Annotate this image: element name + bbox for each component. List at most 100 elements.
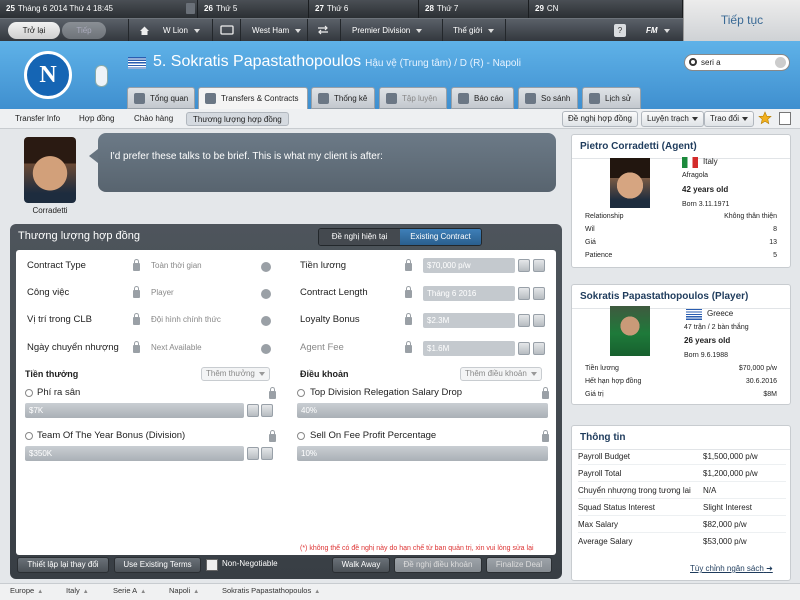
tab-training[interactable]: Tập luyện: [379, 87, 447, 109]
continue-button[interactable]: Tiếp tục: [683, 0, 800, 41]
decrease-button[interactable]: [518, 342, 530, 355]
lock-icon[interactable]: [405, 313, 412, 325]
adjust-budget-link[interactable]: Tùy chỉnh ngân sách ➜: [690, 564, 773, 573]
decrease-button[interactable]: [518, 314, 530, 327]
finance-card: Thông tin Payroll Budget $1,500,000 p/w P…: [571, 425, 791, 581]
breadcrumb-item[interactable]: Sokratis Papastathopoulos ▲: [222, 586, 320, 595]
lock-icon[interactable]: [133, 286, 140, 298]
player-switch-stepper[interactable]: [95, 65, 108, 87]
clause-value-select[interactable]: 40%: [297, 403, 548, 418]
club-menu[interactable]: West Ham: [252, 19, 302, 42]
help-button[interactable]: ?: [614, 24, 626, 37]
breadcrumb-item[interactable]: Napoli ▲: [169, 586, 199, 595]
chevron-down-icon[interactable]: [261, 289, 271, 299]
decrease-button[interactable]: [247, 404, 259, 417]
lock-icon[interactable]: [405, 259, 412, 271]
breadcrumb-item[interactable]: Serie A ▲: [113, 586, 146, 595]
tab-transfers[interactable]: Transfers & Contracts: [198, 87, 308, 109]
subtab-negotiation[interactable]: Thương lượng hợp đồng: [186, 112, 289, 126]
increase-button[interactable]: [533, 287, 545, 300]
add-clause-button[interactable]: Thêm điều khoản: [460, 367, 542, 381]
lock-icon[interactable]: [133, 313, 140, 325]
contract-type-value[interactable]: Toàn thời gian: [151, 255, 202, 277]
lock-icon[interactable]: [269, 387, 276, 399]
contract-length-input[interactable]: Tháng 6 2016: [423, 286, 515, 301]
current-offer-tab[interactable]: Đề nghị hiện tại: [319, 229, 400, 245]
date-cell[interactable]: 28 Thứ 7: [419, 0, 529, 18]
date-cell[interactable]: 27 Thứ 6: [309, 0, 419, 18]
fm-menu[interactable]: FM: [646, 19, 670, 42]
reset-changes-button[interactable]: Thiết lập lại thay đổi: [17, 557, 109, 573]
chevron-down-icon[interactable]: [261, 344, 271, 354]
next-button[interactable]: Tiếp: [62, 22, 106, 39]
bonus-value-select[interactable]: $350K: [25, 446, 244, 461]
job-value[interactable]: Player: [151, 282, 174, 304]
notes-icon[interactable]: [779, 112, 791, 125]
remove-icon[interactable]: [25, 389, 33, 397]
remove-icon[interactable]: [297, 389, 305, 397]
breadcrumb-item[interactable]: Italy ▲: [66, 586, 89, 595]
propose-terms-button[interactable]: Đề nghị điều khoản: [394, 557, 482, 573]
world-menu[interactable]: Thế giới: [453, 19, 495, 42]
date-cell[interactable]: 26 Thứ 5: [198, 0, 309, 18]
chevron-down-icon[interactable]: [261, 262, 271, 272]
increase-button[interactable]: [261, 447, 273, 460]
decrease-button[interactable]: [247, 447, 259, 460]
club-logo[interactable]: N: [24, 51, 72, 99]
bonus-value-select[interactable]: $7K: [25, 403, 244, 418]
add-bonus-button[interactable]: Thêm thưởng: [201, 367, 270, 381]
tab-reports[interactable]: Báo cáo: [451, 87, 514, 109]
search-input[interactable]: seri a: [684, 54, 790, 71]
lock-icon[interactable]: [542, 387, 549, 399]
agent-card-title[interactable]: Pietro Corradetti (Agent): [572, 135, 790, 159]
tab-stats[interactable]: Thống kê: [311, 87, 375, 109]
remove-icon[interactable]: [25, 432, 33, 440]
increase-button[interactable]: [533, 259, 545, 272]
offer-contract-button[interactable]: Đề nghị hợp đồng: [562, 111, 638, 127]
agent-fee-input[interactable]: $1.6M: [423, 341, 515, 356]
increase-button[interactable]: [261, 404, 273, 417]
subtab-transfer-info[interactable]: Transfer Info: [9, 112, 66, 126]
squad-status-value[interactable]: Đội hình chính thức: [151, 309, 221, 331]
home-icon[interactable]: [139, 19, 152, 42]
tab-compare[interactable]: So sánh: [518, 87, 578, 109]
non-negotiable-checkbox[interactable]: [206, 559, 218, 571]
lock-icon[interactable]: [133, 259, 140, 271]
increase-button[interactable]: [533, 314, 545, 327]
lock-icon[interactable]: [542, 430, 549, 442]
use-existing-terms-button[interactable]: Use Existing Terms: [114, 557, 201, 573]
inbox-icon[interactable]: [220, 19, 234, 42]
lock-icon[interactable]: [405, 341, 412, 353]
date-cell[interactable]: 29 CN: [529, 0, 683, 18]
league-menu[interactable]: Premier Division: [352, 19, 423, 42]
tab-overview[interactable]: Tổng quan: [127, 87, 195, 109]
subtab-contract[interactable]: Hợp đồng: [73, 112, 121, 126]
wage-input[interactable]: $70,000 p/w: [423, 258, 515, 273]
clear-icon[interactable]: [775, 57, 786, 68]
increase-button[interactable]: [533, 342, 545, 355]
chevron-down-icon[interactable]: [261, 316, 271, 326]
transfers-icon[interactable]: [316, 19, 330, 42]
decrease-button[interactable]: [518, 287, 530, 300]
lock-icon[interactable]: [269, 430, 276, 442]
player-card-title[interactable]: Sokratis Papastathopoulos (Player): [572, 285, 790, 309]
star-icon[interactable]: [758, 111, 772, 125]
walk-away-button[interactable]: Walk Away: [332, 557, 390, 573]
scout-button[interactable]: Luyện trạch: [641, 111, 704, 127]
manager-menu[interactable]: W Lion: [163, 19, 200, 42]
clause-value-select[interactable]: 10%: [297, 446, 548, 461]
tab-history[interactable]: Lịch sử: [582, 87, 641, 109]
finalize-deal-button[interactable]: Finalize Deal: [486, 557, 552, 573]
existing-contract-tab[interactable]: Existing Contract: [400, 229, 481, 245]
back-button[interactable]: Trở lại: [8, 22, 60, 39]
breadcrumb-item[interactable]: Europe ▲: [10, 586, 43, 595]
transfer-date-value[interactable]: Next Available: [151, 337, 202, 359]
loyalty-bonus-input[interactable]: $2.3M: [423, 313, 515, 328]
decrease-button[interactable]: [518, 259, 530, 272]
remove-icon[interactable]: [297, 432, 305, 440]
date-cell[interactable]: 25 Tháng 6 2014 Thứ 4 18:45: [0, 0, 198, 18]
lock-icon[interactable]: [405, 286, 412, 298]
exchange-button[interactable]: Trao đổi: [704, 111, 755, 127]
lock-icon[interactable]: [133, 341, 140, 353]
subtab-offers[interactable]: Chào hàng: [128, 112, 179, 126]
